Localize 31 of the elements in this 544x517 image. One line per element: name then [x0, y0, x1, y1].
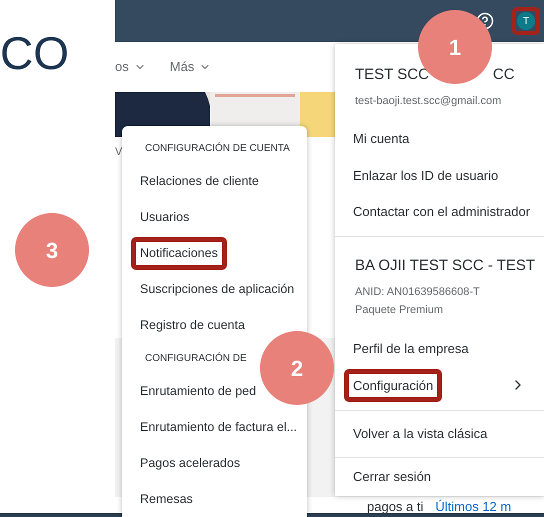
menu-item[interactable]: Enrutamiento de ped [131, 374, 256, 408]
menu-item[interactable]: Contactar con el administrador [344, 195, 530, 229]
nav-menu[interactable]: Más [170, 57, 212, 77]
menu-item[interactable]: Pagos acelerados [131, 446, 240, 480]
menu-item[interactable]: Mi cuenta [344, 122, 410, 156]
nav-menu[interactable]: os [115, 57, 146, 77]
menu-item[interactable]: Relaciones de cliente [131, 165, 259, 198]
company-package: Paquete Premium [354, 303, 444, 318]
page-title: CO [0, 30, 69, 76]
menu-item[interactable]: Notificaciones [131, 237, 227, 270]
user-email: test-baoji.test.scc@gmail.com [354, 94, 502, 108]
menu-item[interactable]: Remesas [131, 482, 193, 516]
avatar[interactable]: T [512, 7, 540, 35]
menu-item[interactable]: Suscripciones de aplicación [131, 273, 294, 306]
menu-item[interactable]: Enlazar los ID de usuario [344, 158, 498, 192]
menu-item[interactable]: Cerrar sesión [344, 460, 432, 494]
banner-text: V [115, 146, 122, 158]
company-name: BA OJII TEST SCC - TEST [354, 256, 536, 276]
company-id: ANID: AN01639586608-T [354, 284, 481, 300]
menu-item[interactable]: Usuarios [131, 201, 190, 234]
menu-item[interactable]: Perfil de la empresa [344, 332, 469, 366]
period-link[interactable]: Últimos 12 m [435, 500, 512, 513]
menu-item[interactable]: Configuración [344, 368, 442, 402]
step-marker: 3 [15, 213, 89, 287]
user-name: CC [492, 65, 515, 85]
section-header: CONFIGURACIÓN DE CUENTA [145, 141, 290, 156]
menu-item[interactable]: Volver a la vista clásica [344, 416, 488, 450]
menu-item[interactable]: Enrutamiento de factura el... [131, 410, 298, 444]
section-header: CONFIGURACIÓN DE [145, 351, 247, 366]
menu-item[interactable]: Registro de cuenta [131, 309, 245, 342]
tile-label: pagos a ti [367, 500, 424, 513]
